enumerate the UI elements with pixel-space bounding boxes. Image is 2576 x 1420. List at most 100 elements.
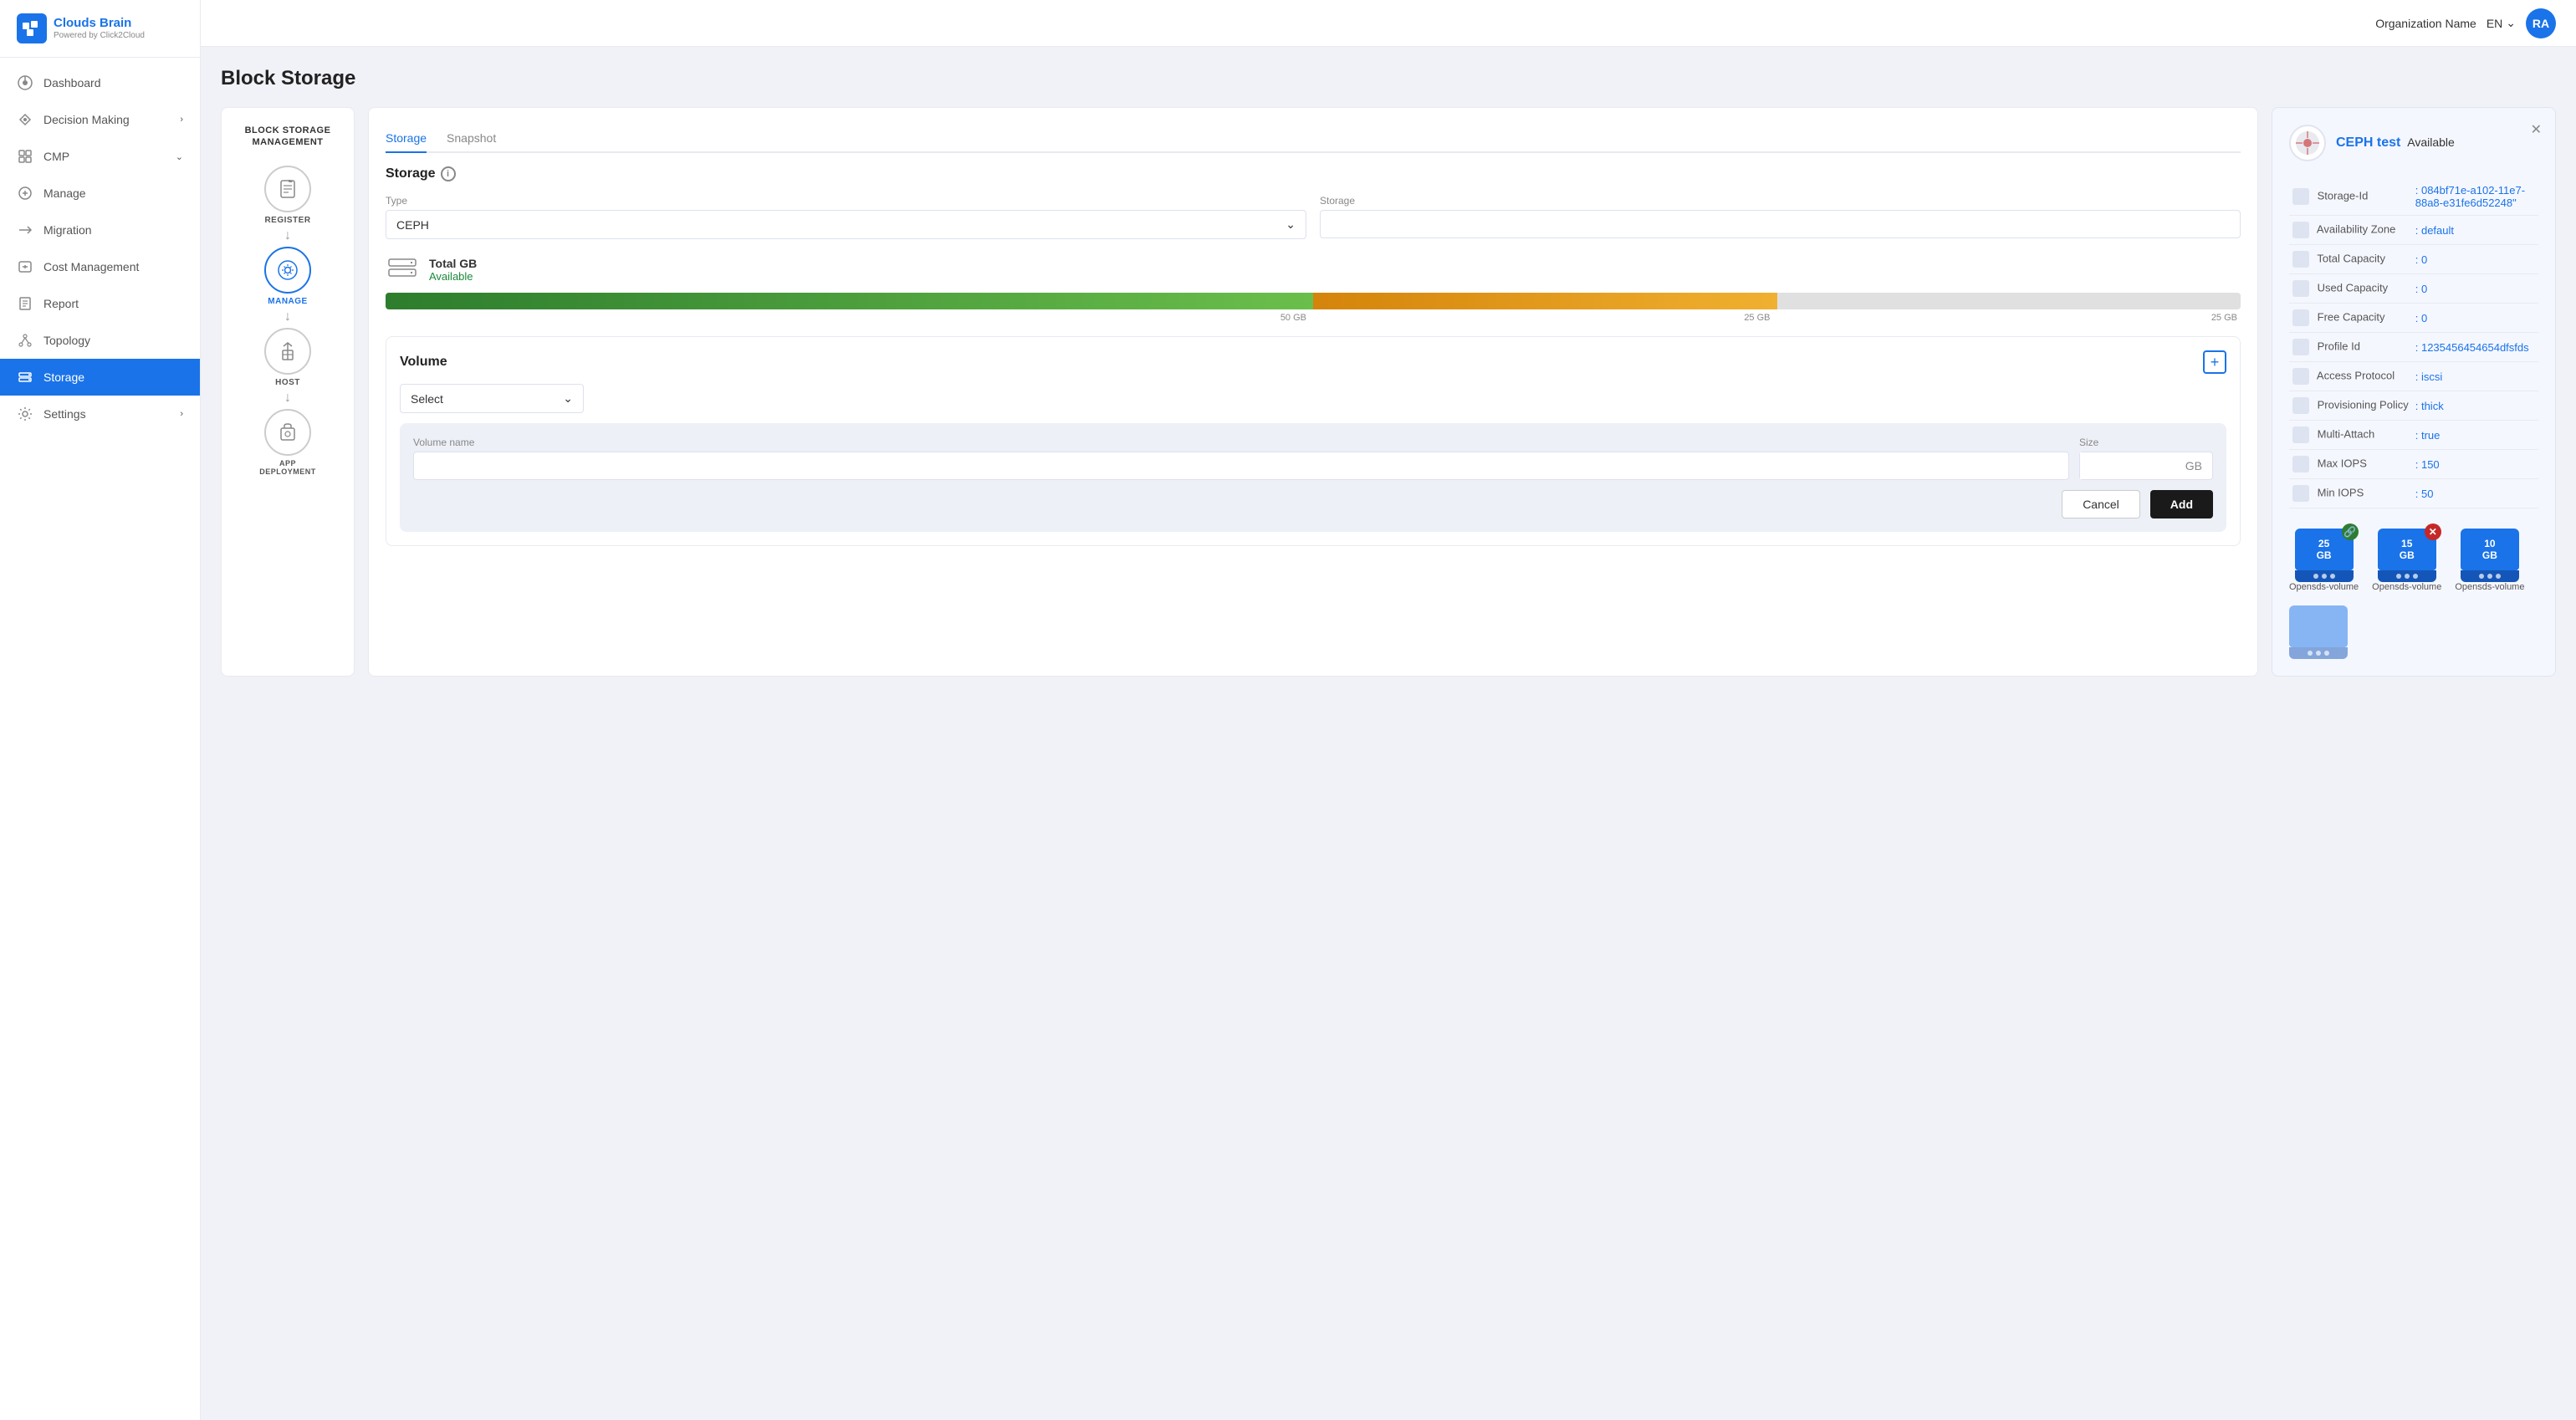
lang-label: EN bbox=[2487, 17, 2502, 30]
storage-form-row: Type CEPH ⌄ Storage bbox=[386, 195, 2241, 239]
vol-dot-4c bbox=[2324, 651, 2329, 656]
bsm-step-manage: MANAGE bbox=[264, 247, 311, 306]
volume-name-input[interactable] bbox=[413, 452, 2069, 480]
tab-storage[interactable]: Storage bbox=[386, 125, 427, 153]
vol-dot-3c bbox=[2496, 574, 2501, 579]
detail-table: Storage-Id : 084bf71e-a102-11e7-88a8-e31… bbox=[2289, 178, 2538, 508]
volume-thumb-4[interactable] bbox=[2289, 605, 2348, 659]
bsm-steps: REGISTER ↓ MAN bbox=[238, 166, 337, 476]
volume-header: Volume + bbox=[400, 350, 2226, 374]
bar-orange bbox=[1313, 293, 1777, 309]
storage-text: Total GB Available bbox=[429, 257, 477, 283]
manage-circle[interactable] bbox=[264, 247, 311, 294]
sidebar-item-storage[interactable]: Storage bbox=[0, 359, 200, 396]
detail-key-az: Availability Zone bbox=[2289, 216, 2412, 245]
sidebar-label-storage: Storage bbox=[43, 370, 183, 384]
bar-gray bbox=[1777, 293, 2241, 309]
add-volume-form: Volume name Size GB bbox=[400, 423, 2226, 532]
vol-label-2: Opensds-volume bbox=[2372, 582, 2441, 592]
register-circle[interactable] bbox=[264, 166, 311, 212]
type-select-chevron-icon: ⌄ bbox=[1285, 217, 1296, 232]
sidebar-item-report[interactable]: Report bbox=[0, 285, 200, 322]
capacity-icon bbox=[2292, 251, 2309, 268]
vol-dot-4b bbox=[2316, 651, 2321, 656]
vol-badge-red-icon: ✕ bbox=[2425, 524, 2441, 540]
bsm-label-host: HOST bbox=[275, 378, 300, 387]
multiattach-icon bbox=[2292, 427, 2309, 443]
detail-val-multiattach: : true bbox=[2412, 421, 2538, 450]
vol-dot-1c bbox=[2330, 574, 2335, 579]
page-layout: BLOCK STORAGEMANAGEMENT bbox=[221, 107, 2556, 677]
detail-key-free-capacity: Free Capacity bbox=[2289, 304, 2412, 333]
app-deployment-circle[interactable] bbox=[264, 409, 311, 456]
storage-section-title: Storage i bbox=[386, 166, 2241, 181]
bar-green bbox=[386, 293, 1313, 309]
detail-key-used-capacity: Used Capacity bbox=[2289, 274, 2412, 304]
bsm-label-app-deployment: APP DEPLOYMENT bbox=[254, 459, 321, 476]
detail-row-total-capacity: Total Capacity : 0 bbox=[2289, 245, 2538, 274]
settings-chevron-icon: › bbox=[180, 409, 183, 419]
chevron-down-icon: ⌄ bbox=[176, 151, 183, 162]
storage-input[interactable] bbox=[1320, 210, 2241, 238]
ceph-status: Available bbox=[2407, 135, 2455, 149]
storage-field-label: Storage bbox=[1320, 195, 2241, 207]
arrow-icon-2: ↓ bbox=[284, 309, 291, 324]
free-icon bbox=[2292, 309, 2309, 326]
detail-row-provisioning: Provisioning Policy : thick bbox=[2289, 391, 2538, 421]
bar-label-2: 25 GB bbox=[1313, 313, 1777, 323]
cancel-button[interactable]: Cancel bbox=[2062, 490, 2140, 518]
bar-label-1: 50 GB bbox=[386, 313, 1313, 323]
storage-id-icon bbox=[2292, 188, 2309, 205]
maxiops-icon bbox=[2292, 456, 2309, 472]
sidebar-item-decision-making[interactable]: Decision Making › bbox=[0, 101, 200, 138]
detail-row-profile-id: Profile Id : 1235456454654dfsfds bbox=[2289, 333, 2538, 362]
avatar[interactable]: RA bbox=[2526, 8, 2556, 38]
size-label: Size bbox=[2079, 437, 2213, 448]
detail-row-access-protocol: Access Protocol : iscsi bbox=[2289, 362, 2538, 391]
type-form-group: Type CEPH ⌄ bbox=[386, 195, 1306, 239]
volume-select-placeholder: Select bbox=[411, 392, 443, 406]
vol-dot-2c bbox=[2413, 574, 2418, 579]
tab-snapshot[interactable]: Snapshot bbox=[447, 125, 496, 153]
volume-select[interactable]: Select ⌄ bbox=[400, 384, 584, 413]
info-icon: i bbox=[441, 166, 456, 181]
type-select[interactable]: CEPH ⌄ bbox=[386, 210, 1306, 239]
vol-label-3: Opensds-volume bbox=[2455, 582, 2524, 592]
sidebar-label-migration: Migration bbox=[43, 223, 183, 237]
chevron-right-icon: › bbox=[180, 115, 183, 125]
detail-key-provisioning: Provisioning Policy bbox=[2289, 391, 2412, 421]
sidebar-item-settings[interactable]: Settings › bbox=[0, 396, 200, 432]
sidebar-item-manage[interactable]: Manage bbox=[0, 175, 200, 212]
volume-name-group: Volume name bbox=[413, 437, 2069, 480]
volume-thumb-2[interactable]: 15GB ✕ Opensds-volume bbox=[2372, 529, 2441, 592]
lang-selector[interactable]: EN ⌄ bbox=[2487, 16, 2516, 30]
sidebar-item-cost-management[interactable]: Cost Management bbox=[0, 248, 200, 285]
host-circle[interactable] bbox=[264, 328, 311, 375]
size-input-wrap: GB bbox=[2079, 452, 2213, 480]
detail-row-min-iops: Min IOPS : 50 bbox=[2289, 479, 2538, 508]
vol-dot-3a bbox=[2479, 574, 2484, 579]
sidebar-item-topology[interactable]: Topology bbox=[0, 322, 200, 359]
close-button[interactable]: ✕ bbox=[2531, 121, 2542, 138]
bsm-label-register: REGISTER bbox=[264, 216, 310, 225]
size-group: Size GB bbox=[2079, 437, 2213, 480]
size-input[interactable] bbox=[2080, 452, 2175, 479]
sidebar-label-cmp: CMP bbox=[43, 150, 166, 163]
page-content: Block Storage BLOCK STORAGEMANAGEMENT bbox=[201, 47, 2576, 1420]
sidebar-item-migration[interactable]: Migration bbox=[0, 212, 200, 248]
add-button[interactable]: Add bbox=[2150, 490, 2213, 518]
sidebar-item-cmp[interactable]: CMP ⌄ bbox=[0, 138, 200, 175]
volume-thumb-3[interactable]: 10GB Opensds-volume bbox=[2455, 529, 2524, 592]
migration-icon bbox=[17, 222, 33, 238]
add-volume-button[interactable]: + bbox=[2203, 350, 2226, 374]
volume-thumb-1[interactable]: 25GB 🔗 Opensds-volume bbox=[2289, 529, 2359, 592]
topology-icon bbox=[17, 332, 33, 349]
volume-icon-2: 15GB ✕ bbox=[2378, 529, 2436, 579]
vol-dot-2a bbox=[2396, 574, 2401, 579]
vol-base-1 bbox=[2295, 570, 2354, 582]
used-icon bbox=[2292, 280, 2309, 297]
volume-section-title: Volume bbox=[400, 355, 447, 370]
available-label: Available bbox=[429, 270, 477, 283]
sidebar-item-dashboard[interactable]: Dashboard bbox=[0, 64, 200, 101]
detail-key-access-protocol: Access Protocol bbox=[2289, 362, 2412, 391]
